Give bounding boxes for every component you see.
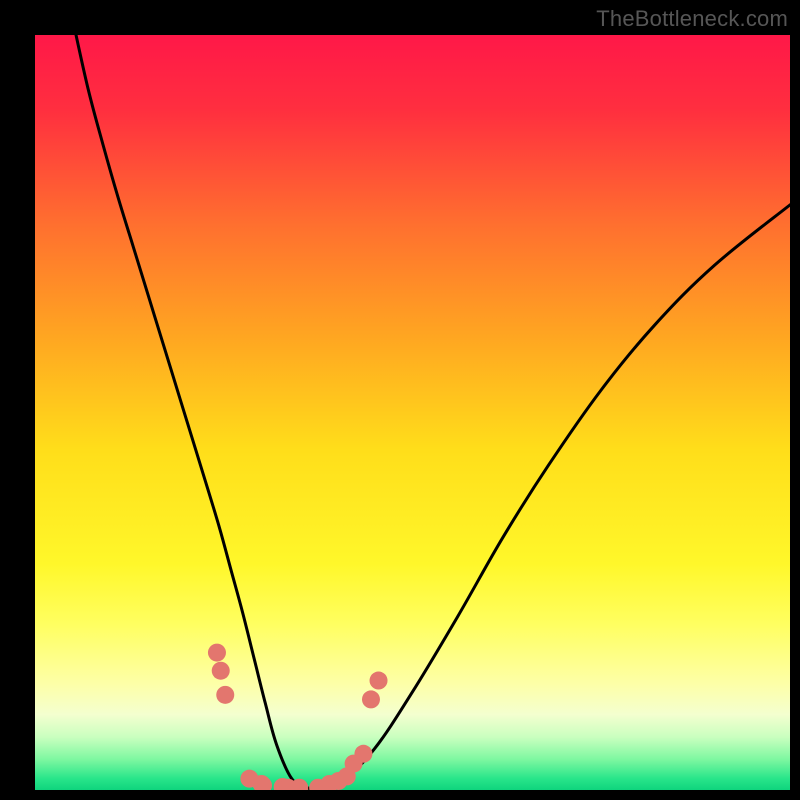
watermark-text: TheBottleneck.com xyxy=(596,6,788,32)
marker-dot xyxy=(208,644,226,662)
marker-dot xyxy=(216,686,234,704)
highlight-dots xyxy=(208,644,388,790)
plot-area xyxy=(35,35,790,790)
chart-svg xyxy=(35,35,790,790)
marker-dot xyxy=(362,690,380,708)
marker-dot xyxy=(354,745,372,763)
marker-dot xyxy=(212,662,230,680)
bottleneck-curve xyxy=(73,35,790,789)
chart-frame: TheBottleneck.com xyxy=(0,0,800,800)
marker-dot xyxy=(370,672,388,690)
